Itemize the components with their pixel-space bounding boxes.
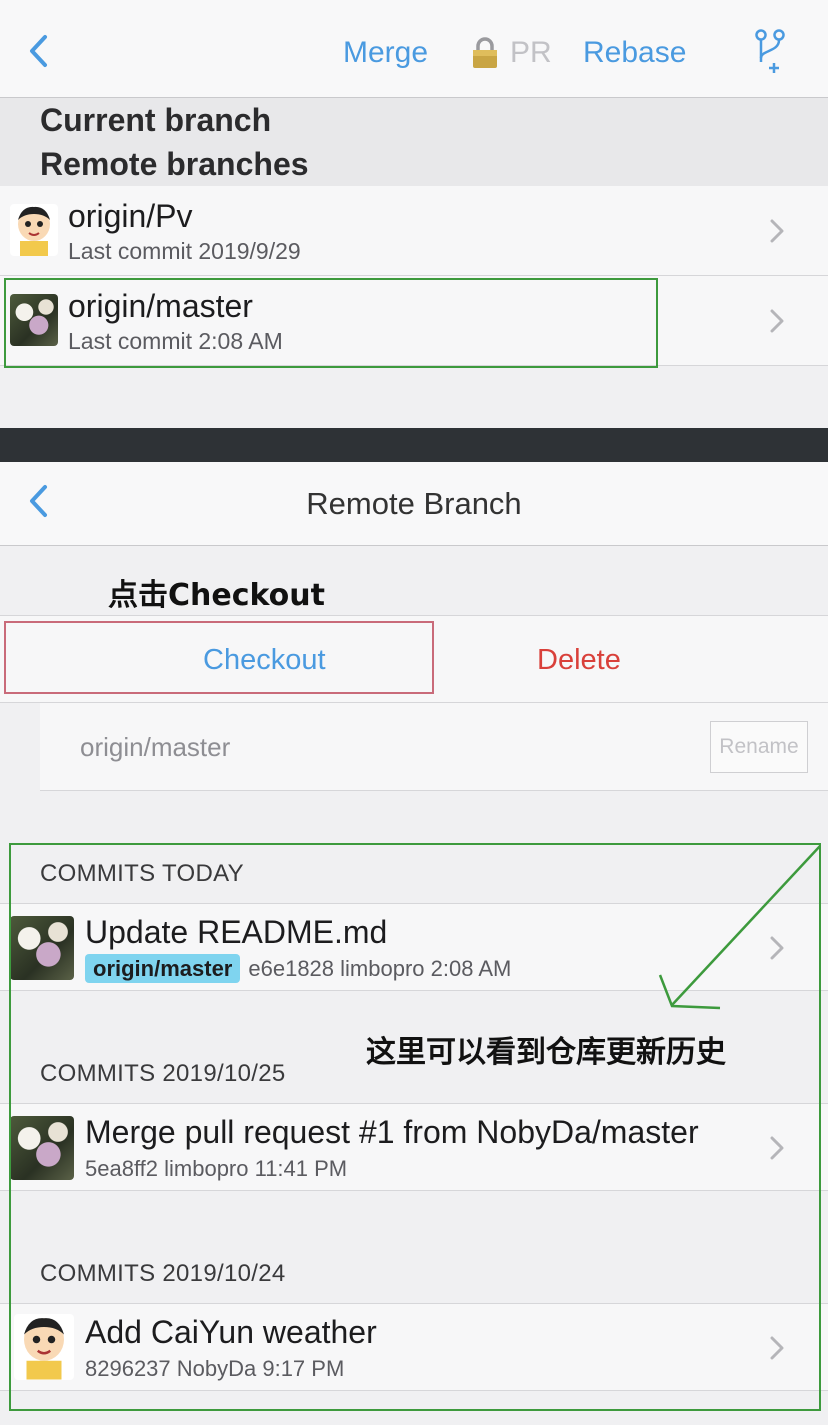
back-chevron-icon[interactable] (28, 34, 48, 68)
checkout-annotation: 点击Checkout (108, 578, 325, 613)
avatar (10, 204, 58, 256)
remote-branch-nav-bar: Remote Branch (0, 462, 828, 546)
rebase-button[interactable]: Rebase (583, 36, 686, 70)
branch-add-icon[interactable] (752, 28, 788, 76)
annotation-highlight-box (4, 278, 658, 368)
merge-button[interactable]: Merge (343, 36, 428, 70)
current-branch-label: Current branch (40, 102, 272, 138)
branch-row-pv[interactable]: origin/Pv Last commit 2019/9/29 (0, 186, 828, 276)
disclosure-chevron-icon (770, 309, 784, 333)
pr-button[interactable]: PR (510, 36, 552, 70)
branch-name: origin/Pv (68, 198, 193, 234)
branch-name-row: origin/master Rename (40, 703, 828, 791)
branch-last-commit: Last commit 2019/9/29 (68, 238, 301, 264)
annotation-arrow-icon (658, 845, 821, 1010)
lock-icon (473, 37, 497, 68)
disclosure-chevron-icon (770, 219, 784, 243)
delete-button[interactable]: Delete (537, 644, 621, 677)
rename-button[interactable]: Rename (710, 721, 808, 773)
branches-nav-bar: Merge PR Rebase (0, 0, 828, 98)
remote-branches-label: Remote branches (40, 146, 309, 182)
branch-name-field[interactable]: origin/master (80, 732, 230, 763)
screenshot-divider (0, 428, 828, 462)
page-title: Remote Branch (306, 486, 522, 521)
annotation-highlight-box (4, 621, 434, 694)
